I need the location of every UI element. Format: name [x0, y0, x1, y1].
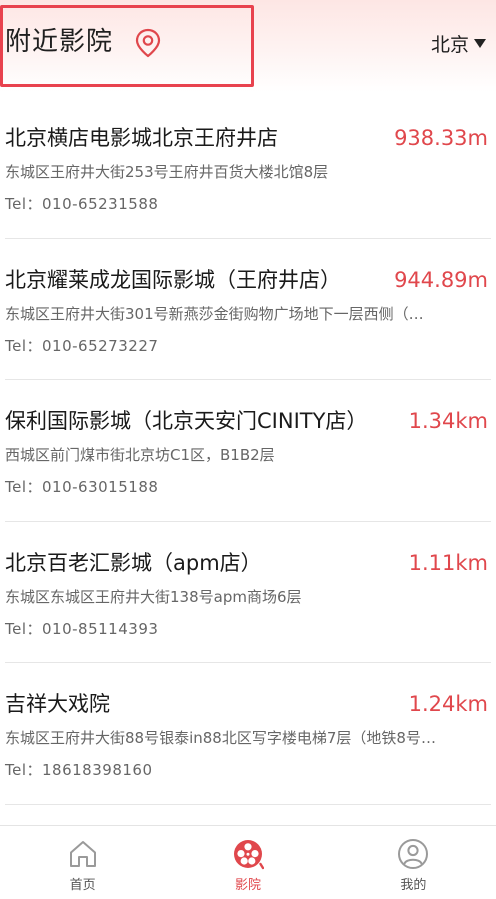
- tab-label: 首页: [69, 878, 96, 893]
- cinema-name: 保利国际影城（北京天安门CINITY店）: [5, 409, 368, 433]
- cinema-address: 东城区王府井大街88号银泰in88北区写字楼电梯7层（地铁8号…: [5, 729, 436, 747]
- city-selector[interactable]: 北京: [431, 28, 486, 58]
- cinema-distance: 1.11km: [408, 550, 488, 575]
- tab-label: 影院: [234, 878, 261, 893]
- cinema-distance: 938.33m: [394, 126, 488, 150]
- cinema-distance: 944.89m: [394, 267, 488, 292]
- header: 附近影院 北京: [0, 0, 496, 92]
- cinema-name: 北京百老汇影城（apm店）: [5, 550, 262, 575]
- cinema-item[interactable]: 北京横店电影城北京王府井店 938.33m 东城区王府井大街253号王府井百货大…: [0, 97, 496, 239]
- cinema-name: 北京耀莱成龙国际影城（王府井店）: [5, 267, 341, 292]
- city-name: 北京: [430, 33, 469, 56]
- cinema-address: 东城区东城区王府井大街138号apm商场6层: [5, 587, 302, 606]
- cinema-address: 东城区王府井大街253号王府井百货大楼北馆8层: [5, 163, 329, 181]
- page-title: 附近影院: [5, 27, 114, 57]
- cinema-distance: 1.34km: [408, 409, 488, 433]
- bottom-tab-bar: 首页 影院 我的: [0, 825, 496, 899]
- cinema-tel: Tel：010-63015188: [5, 478, 159, 496]
- cinema-tel: Tel：010-65273227: [5, 336, 159, 355]
- tab-home[interactable]: 首页: [0, 826, 165, 899]
- home-icon: [67, 838, 99, 870]
- cinema-distance: 1.24km: [408, 692, 488, 716]
- caret-down-icon: [474, 38, 486, 48]
- tab-cinema[interactable]: 影院: [165, 826, 330, 899]
- tab-label: 我的: [400, 878, 427, 893]
- tab-profile[interactable]: 我的: [331, 826, 496, 899]
- cinema-tel: Tel：18618398160: [5, 761, 153, 779]
- film-reel-icon: [232, 838, 265, 870]
- cinema-item[interactable]: 保利国际影城（北京天安门CINITY店） 1.34km 西城区前门煤市街北京坊C…: [0, 380, 496, 522]
- cinema-item[interactable]: 吉祥大戏院 1.24km 东城区王府井大街88号银泰in88北区写字楼电梯7层（…: [0, 663, 496, 805]
- cinema-name: 吉祥大戏院: [5, 692, 110, 716]
- cinema-name: 北京横店电影城北京王府井店: [5, 126, 278, 150]
- nearby-cinemas-screen: 附近影院 北京 北京横店电影城北京王府井店 938.33m 东城区王府井大街25…: [0, 0, 496, 899]
- cinema-address: 西城区前门煤市街北京坊C1区，B1B2层: [5, 446, 275, 464]
- user-icon: [397, 838, 429, 870]
- cinema-list: 北京横店电影城北京王府井店 938.33m 东城区王府井大街253号王府井百货大…: [0, 97, 496, 805]
- cinema-item[interactable]: 北京耀莱成龙国际影城（王府井店） 944.89m 东城区王府井大街301号新燕莎…: [0, 239, 496, 381]
- cinema-tel: Tel：010-65231588: [5, 195, 159, 213]
- cinema-address: 东城区王府井大街301号新燕莎金街购物广场地下一层西侧（…: [5, 304, 424, 323]
- cinema-item[interactable]: 北京百老汇影城（apm店） 1.11km 东城区东城区王府井大街138号apm商…: [0, 522, 496, 664]
- map-pin-icon[interactable]: [134, 28, 162, 58]
- cinema-tel: Tel：010-85114393: [5, 619, 159, 638]
